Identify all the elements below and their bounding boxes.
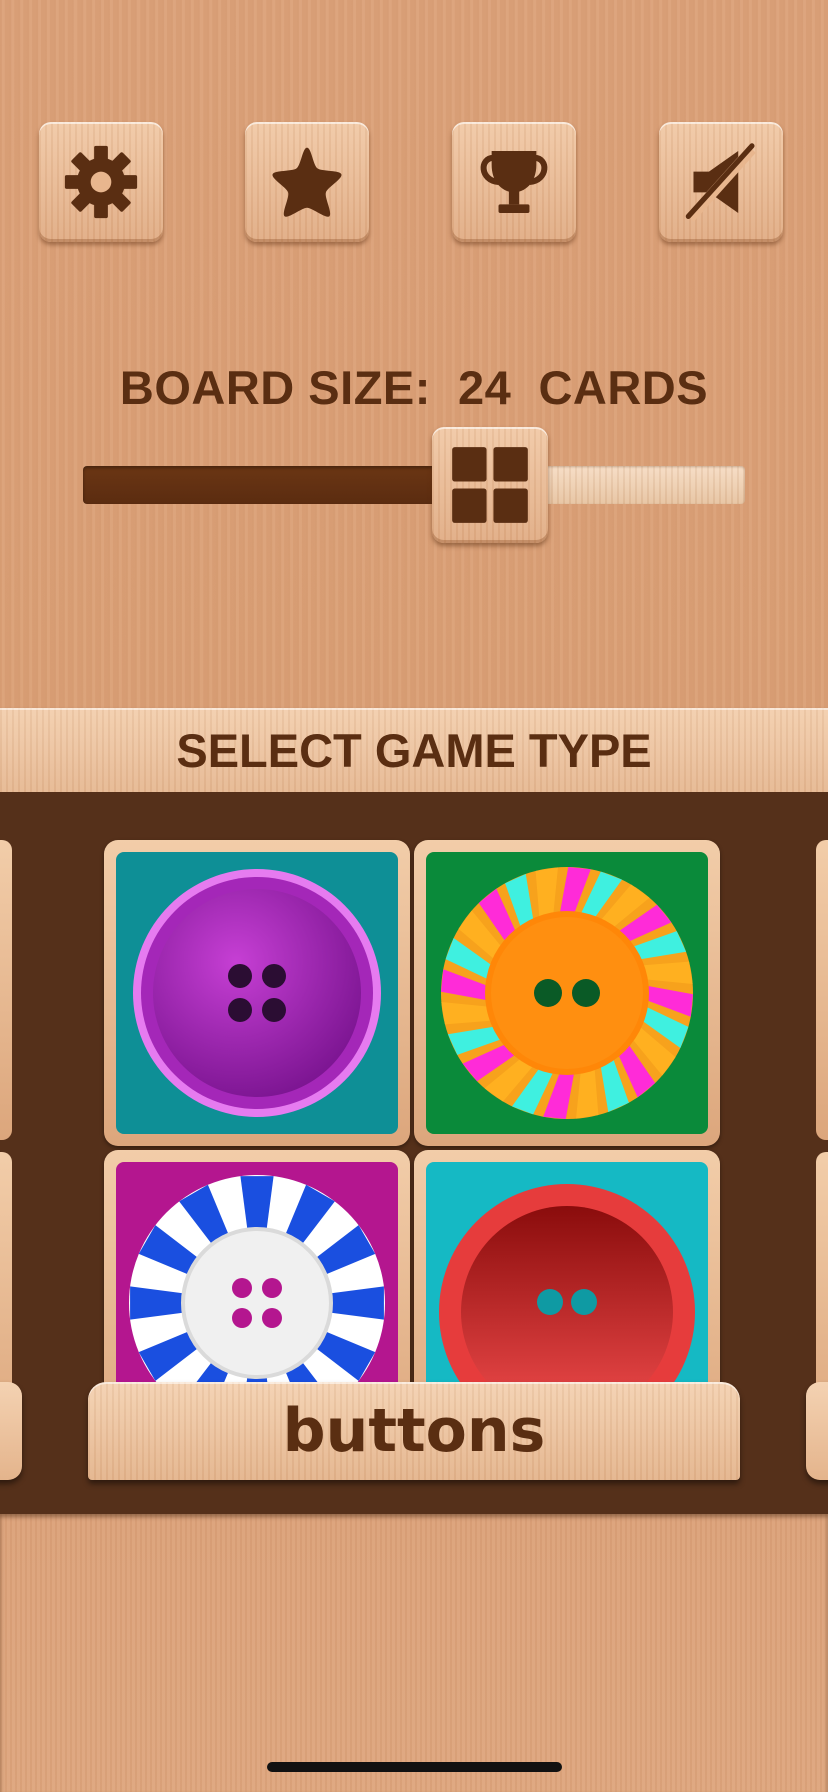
- grid-four-icon: [452, 447, 528, 523]
- board-size-prefix: BOARD SIZE:: [119, 361, 431, 414]
- leaderboard-button[interactable]: [452, 122, 576, 242]
- game-type-name-plate[interactable]: buttons: [88, 1382, 740, 1480]
- sound-toggle-button[interactable]: [659, 122, 783, 242]
- preview-tile: [414, 840, 720, 1146]
- preview-tile-bg: [116, 852, 398, 1134]
- prev-label-plate-edge[interactable]: [0, 1382, 22, 1480]
- select-game-type-title: SELECT GAME TYPE: [176, 723, 652, 777]
- slider-fill: [83, 466, 491, 504]
- board-size-label: BOARD SIZE: 24 CARDS: [0, 360, 828, 415]
- settings-button[interactable]: [39, 122, 163, 242]
- purple-button-icon: [133, 869, 381, 1117]
- board-size-count: 24: [458, 361, 512, 414]
- preview-tile-bg: [426, 852, 708, 1134]
- slider-thumb[interactable]: [432, 427, 549, 543]
- star-icon: [272, 147, 342, 217]
- home-indicator[interactable]: [267, 1762, 562, 1772]
- speaker-muted-icon: [685, 143, 756, 222]
- prev-game-card-edge[interactable]: [0, 840, 12, 1140]
- board-size-slider[interactable]: [83, 466, 745, 504]
- preview-tile: [104, 840, 410, 1146]
- trophy-icon: [480, 151, 548, 213]
- bottom-wood-area: [0, 1514, 828, 1792]
- gear-icon: [64, 145, 138, 219]
- striped-orange-button-icon: [441, 867, 693, 1119]
- next-game-card-edge[interactable]: [816, 840, 828, 1140]
- game-type-name: buttons: [282, 1396, 546, 1466]
- favorites-button[interactable]: [245, 122, 369, 242]
- next-label-plate-edge[interactable]: [806, 1382, 828, 1480]
- board-size-suffix: CARDS: [538, 361, 709, 414]
- select-game-type-header: SELECT GAME TYPE: [0, 708, 828, 792]
